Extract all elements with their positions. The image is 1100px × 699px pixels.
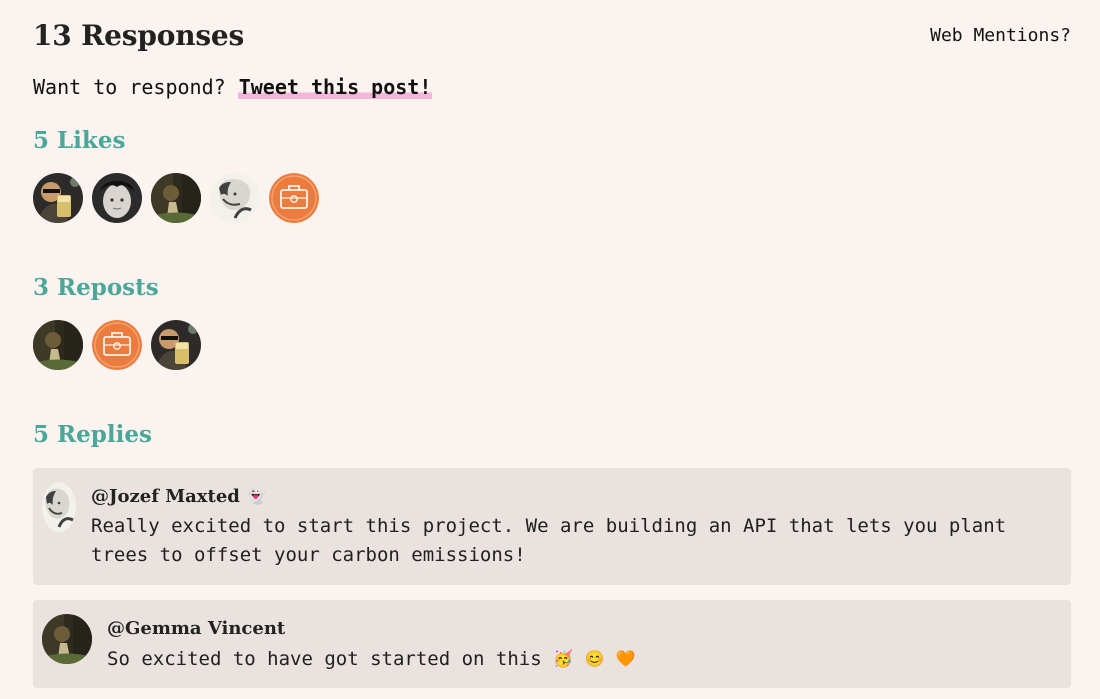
sketch-portrait-avatar[interactable]	[210, 173, 260, 223]
web-mentions-link[interactable]: Web Mentions?	[930, 25, 1071, 47]
orange-briefcase-avatar[interactable]	[92, 320, 142, 370]
reply-text-content: So excited to have got started on this	[107, 648, 542, 670]
garden-photo-avatar[interactable]	[151, 173, 201, 223]
woman-bw-avatar[interactable]	[92, 173, 142, 223]
likes-title: 5 Likes	[33, 127, 126, 154]
reply-card: @Jozef Maxted 👻 Really excited to start …	[33, 468, 1071, 585]
smiling-face-icon: 😊	[584, 649, 605, 668]
garden-photo-avatar[interactable]	[33, 320, 83, 370]
responses-header: 13 Responses Web Mentions?	[33, 17, 1071, 55]
reposts-title: 3 Reposts	[33, 274, 159, 301]
reply-text: So excited to have got started on this 🥳…	[107, 644, 1047, 674]
person-with-glass-avatar[interactable]	[33, 173, 83, 223]
respond-line: Want to respond? Tweet this post!	[33, 72, 433, 102]
orange-briefcase-avatar[interactable]	[269, 173, 319, 223]
sketch-portrait-avatar[interactable]	[42, 482, 76, 532]
party-face-icon: 🥳	[553, 649, 574, 668]
tweet-this-post-link[interactable]: Tweet this post!	[237, 75, 433, 99]
reposts-avatars	[33, 320, 201, 370]
garden-photo-avatar[interactable]	[42, 614, 92, 664]
person-with-glass-avatar[interactable]	[151, 320, 201, 370]
reply-author-name: @Jozef Maxted	[91, 486, 240, 507]
reply-text: Really excited to start this project. We…	[91, 515, 1007, 566]
responses-title: 13 Responses	[33, 19, 245, 52]
orange-heart-icon: 🧡	[615, 649, 636, 668]
respond-prompt: Want to respond?	[33, 75, 226, 99]
reply-author-link[interactable]: @Gemma Vincent	[107, 618, 285, 640]
replies-title: 5 Replies	[33, 421, 152, 448]
webmentions-section: 13 Responses Web Mentions? Want to respo…	[33, 0, 1071, 699]
reply-author-link[interactable]: @Jozef Maxted 👻	[91, 485, 266, 508]
likes-avatars	[33, 173, 319, 223]
reply-card: @Gemma Vincent So excited to have got st…	[33, 600, 1071, 688]
ghost-icon: 👻	[246, 486, 267, 505]
